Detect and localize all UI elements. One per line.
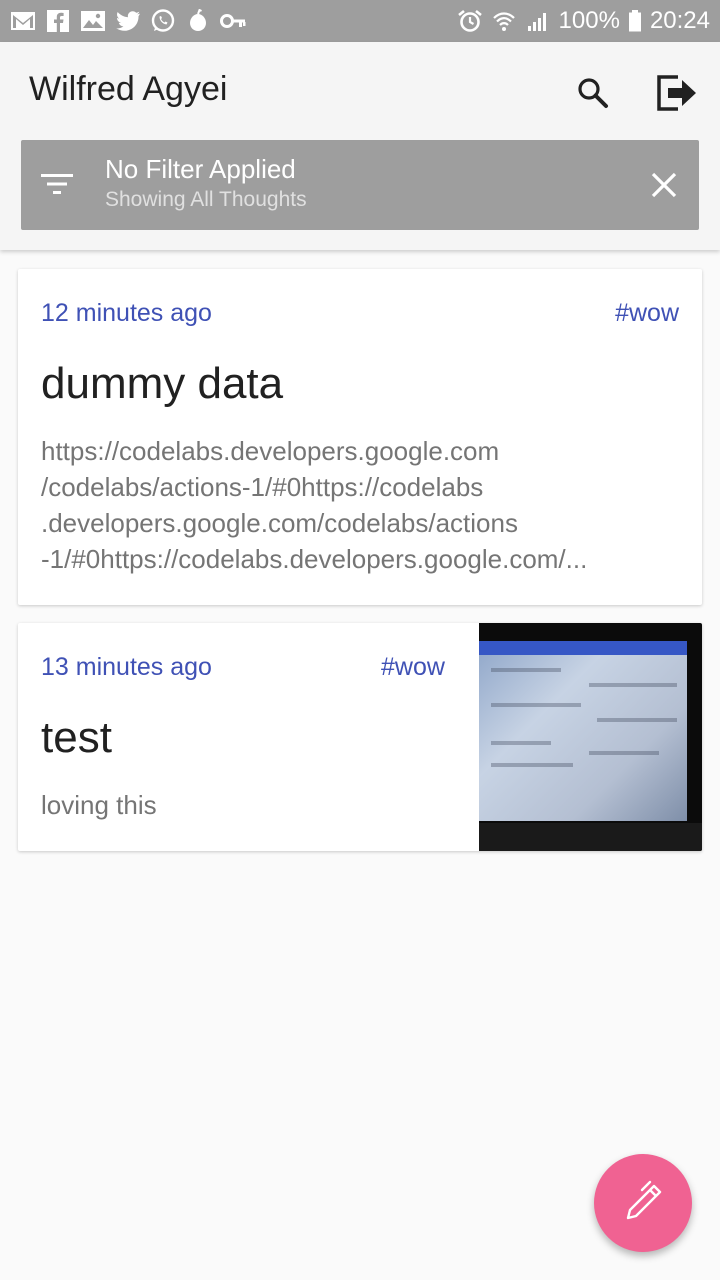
status-bar: 100% 20:24 xyxy=(0,0,720,42)
app-bar: Wilfred Agyei No Filter Applied Showing … xyxy=(0,42,720,250)
clear-filter-button[interactable] xyxy=(645,166,683,204)
photo-detail xyxy=(491,703,581,707)
thought-body-line: .developers.google.com/codelabs/actions xyxy=(41,508,518,538)
battery-icon xyxy=(628,9,642,33)
twitter-icon xyxy=(115,9,141,33)
wifi-icon xyxy=(491,9,517,33)
filter-subtitle: Showing All Thoughts xyxy=(105,188,307,211)
thought-body: https://codelabs.developers.google.com /… xyxy=(41,433,679,577)
photo-detail xyxy=(597,718,677,722)
logout-button[interactable] xyxy=(652,68,702,118)
photo-detail xyxy=(589,683,677,687)
thought-body-line: https://codelabs.developers.google.com xyxy=(41,436,500,466)
battery-percent: 100% xyxy=(558,7,620,34)
close-icon xyxy=(651,172,677,198)
filter-icon xyxy=(41,174,73,194)
photo-detail xyxy=(491,741,551,745)
signal-icon xyxy=(525,9,551,33)
thought-card[interactable]: 12 minutes ago #wow dummy data https://c… xyxy=(18,269,702,605)
thought-tag[interactable]: #wow xyxy=(615,299,679,328)
thought-card[interactable]: 13 minutes ago #wow test loving this xyxy=(18,623,702,851)
filter-bar[interactable]: No Filter Applied Showing All Thoughts xyxy=(21,140,699,230)
key-icon xyxy=(220,9,246,33)
whatsapp-icon xyxy=(150,9,176,33)
gmail-icon xyxy=(10,9,36,33)
thought-title: test xyxy=(41,713,112,762)
logout-icon xyxy=(657,75,696,111)
photo-detail xyxy=(479,823,702,851)
facebook-icon xyxy=(45,9,71,33)
pen-icon xyxy=(626,1180,662,1220)
thought-body-line: /codelabs/actions-1/#0https://codelabs xyxy=(41,472,484,502)
thought-tag[interactable]: #wow xyxy=(381,653,445,682)
search-icon xyxy=(578,78,608,108)
thought-time: 12 minutes ago xyxy=(41,299,212,327)
clock: 20:24 xyxy=(649,7,710,34)
photo-detail xyxy=(491,763,573,767)
thought-title: dummy data xyxy=(41,359,284,408)
system-status: 100% 20:24 xyxy=(457,7,710,35)
drop-icon xyxy=(185,9,211,33)
alarm-icon xyxy=(457,9,483,33)
page-title: Wilfred Agyei xyxy=(29,70,228,108)
thought-time: 13 minutes ago xyxy=(41,653,212,681)
compose-fab[interactable] xyxy=(594,1154,692,1252)
thought-image[interactable] xyxy=(479,623,702,851)
search-button[interactable] xyxy=(570,70,616,116)
photo-detail xyxy=(491,668,561,672)
gallery-icon xyxy=(80,9,106,33)
filter-title: No Filter Applied xyxy=(105,154,296,184)
photo-detail xyxy=(479,641,687,655)
thought-body-line: -1/#0https://codelabs.developers.google.… xyxy=(41,544,588,574)
notification-icons xyxy=(10,9,246,33)
thought-body: loving this xyxy=(41,790,157,820)
photo-detail xyxy=(589,751,659,755)
